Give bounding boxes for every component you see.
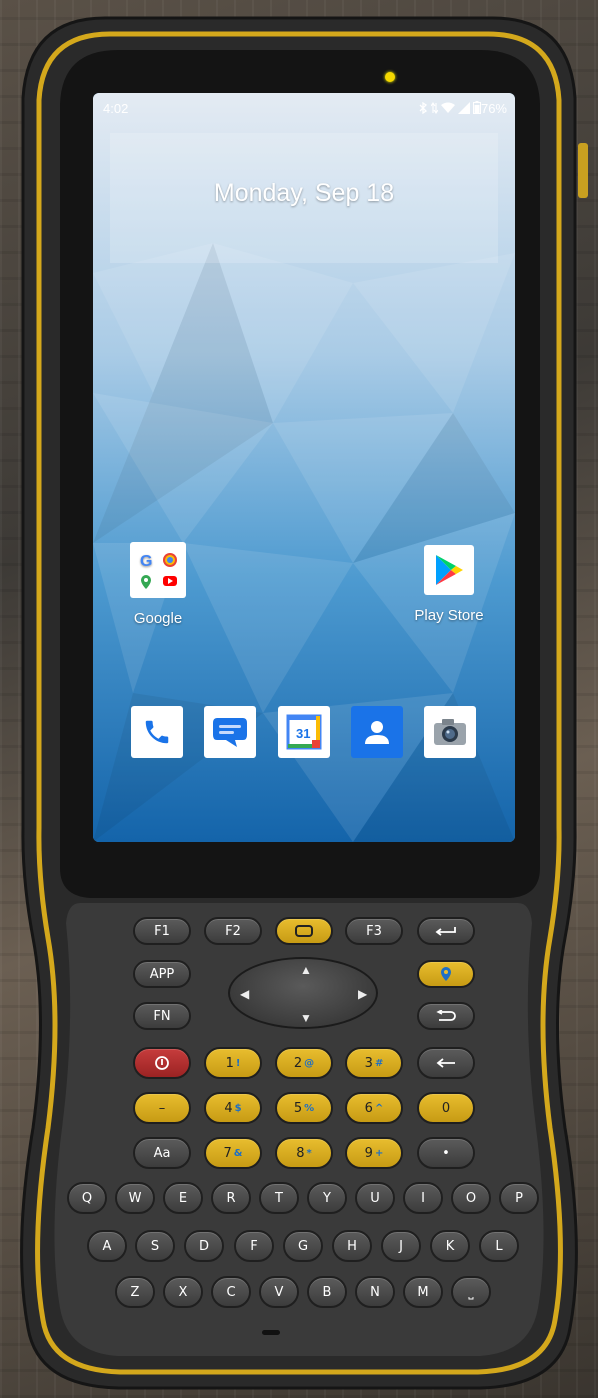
google-folder-icon: G [130, 542, 186, 598]
camera-icon [434, 719, 466, 745]
key-minus[interactable]: – [133, 1092, 191, 1124]
backspace-arrow-icon [436, 1058, 455, 1068]
key-app[interactable]: APP [133, 960, 191, 988]
battery-icon [473, 101, 481, 117]
key-fn[interactable]: FN [133, 1002, 191, 1030]
calendar-icon: 31 [286, 714, 322, 750]
bluetooth-icon [419, 101, 428, 117]
key-a[interactable]: A [87, 1230, 127, 1262]
date-text[interactable]: Monday, Sep 18 [93, 179, 515, 208]
play-store-label: Play Store [414, 607, 484, 624]
key-7[interactable]: 7 & [204, 1137, 262, 1169]
power-icon [155, 1056, 169, 1070]
key-space[interactable]: ⎵ [451, 1276, 491, 1308]
google-folder[interactable]: G Google [113, 542, 203, 627]
calendar-app[interactable]: 31 [278, 706, 330, 758]
play-store-app[interactable]: Play Store [404, 545, 494, 624]
phone-app[interactable] [131, 706, 183, 758]
key-3[interactable]: 3 # [345, 1047, 403, 1079]
dpad-right-icon[interactable]: ▶ [358, 987, 367, 1001]
key-m[interactable]: M [403, 1276, 443, 1308]
key-s[interactable]: S [135, 1230, 175, 1262]
key-9[interactable]: 9 + [345, 1137, 403, 1169]
location-pin-icon [441, 967, 451, 981]
calendar-day: 31 [296, 726, 310, 741]
key-dot[interactable]: • [417, 1137, 475, 1169]
key-r[interactable]: R [211, 1182, 251, 1214]
key-0[interactable]: 0 [417, 1092, 475, 1124]
speaker-grille [262, 1330, 280, 1335]
wifi-icon [441, 102, 455, 117]
dpad-up-icon[interactable]: ▲ [300, 963, 312, 977]
dpad[interactable]: ▲ ▼ ◀ ▶ [228, 957, 378, 1029]
key-v[interactable]: V [259, 1276, 299, 1308]
key-power[interactable] [133, 1047, 191, 1079]
key-2[interactable]: 2 @ [275, 1047, 333, 1079]
key-x[interactable]: X [163, 1276, 203, 1308]
key-u[interactable]: U [355, 1182, 395, 1214]
google-label: Google [133, 610, 183, 627]
key-p[interactable]: P [499, 1182, 539, 1214]
svg-text:G: G [140, 553, 152, 570]
key-f2[interactable]: F2 [204, 917, 262, 945]
phone-icon [145, 720, 169, 744]
key-l[interactable]: L [479, 1230, 519, 1262]
play-store-icon [424, 545, 474, 595]
key-o[interactable]: O [451, 1182, 491, 1214]
key-b[interactable]: B [307, 1276, 347, 1308]
key-6[interactable]: 6 ^ [345, 1092, 403, 1124]
dpad-down-icon[interactable]: ▼ [300, 1011, 312, 1025]
key-g[interactable]: G [283, 1230, 323, 1262]
key-z[interactable]: Z [115, 1276, 155, 1308]
status-bar: 4:02 76% [93, 93, 515, 121]
key-w[interactable]: W [115, 1182, 155, 1214]
key-home[interactable] [275, 917, 333, 945]
enter-icon [435, 927, 456, 936]
key-backspace[interactable] [417, 1047, 475, 1079]
key-f3[interactable]: F3 [345, 917, 403, 945]
key-n[interactable]: N [355, 1276, 395, 1308]
key-aa[interactable]: Aa [133, 1137, 191, 1169]
key-4[interactable]: 4 $ [204, 1092, 262, 1124]
key-8[interactable]: 8 * [275, 1137, 333, 1169]
key-d[interactable]: D [184, 1230, 224, 1262]
status-icons [419, 101, 481, 117]
key-e[interactable]: E [163, 1182, 203, 1214]
key-enter[interactable] [417, 917, 475, 945]
front-camera-led [385, 72, 395, 82]
key-t[interactable]: T [259, 1182, 299, 1214]
key-1[interactable]: 1! [204, 1047, 262, 1079]
key-5[interactable]: 5% [275, 1092, 333, 1124]
key-f1[interactable]: F1 [133, 917, 191, 945]
key-h[interactable]: H [332, 1230, 372, 1262]
side-button[interactable] [578, 143, 588, 198]
back-icon [436, 1010, 456, 1021]
signal-icon [458, 101, 470, 117]
key-f[interactable]: F [234, 1230, 274, 1262]
key-i[interactable]: I [403, 1182, 443, 1214]
contacts-app[interactable] [351, 706, 403, 758]
screen: 4:02 76% Monday, Sep 18 G Google Play St… [93, 93, 515, 842]
data-arrows-icon [430, 101, 439, 117]
key-back[interactable] [417, 1002, 475, 1030]
rounded-square-icon [295, 925, 313, 937]
battery-percent: 76% [480, 101, 507, 116]
status-time: 4:02 [103, 101, 129, 116]
key-q[interactable]: Q [67, 1182, 107, 1214]
messages-app[interactable] [204, 706, 256, 758]
key-y[interactable]: Y [307, 1182, 347, 1214]
camera-app[interactable] [424, 706, 476, 758]
key-location[interactable] [417, 960, 475, 988]
key-k[interactable]: K [430, 1230, 470, 1262]
contacts-icon [365, 721, 389, 744]
messages-icon [213, 718, 247, 747]
key-c[interactable]: C [211, 1276, 251, 1308]
dpad-left-icon[interactable]: ◀ [240, 987, 249, 1001]
key-j[interactable]: J [381, 1230, 421, 1262]
